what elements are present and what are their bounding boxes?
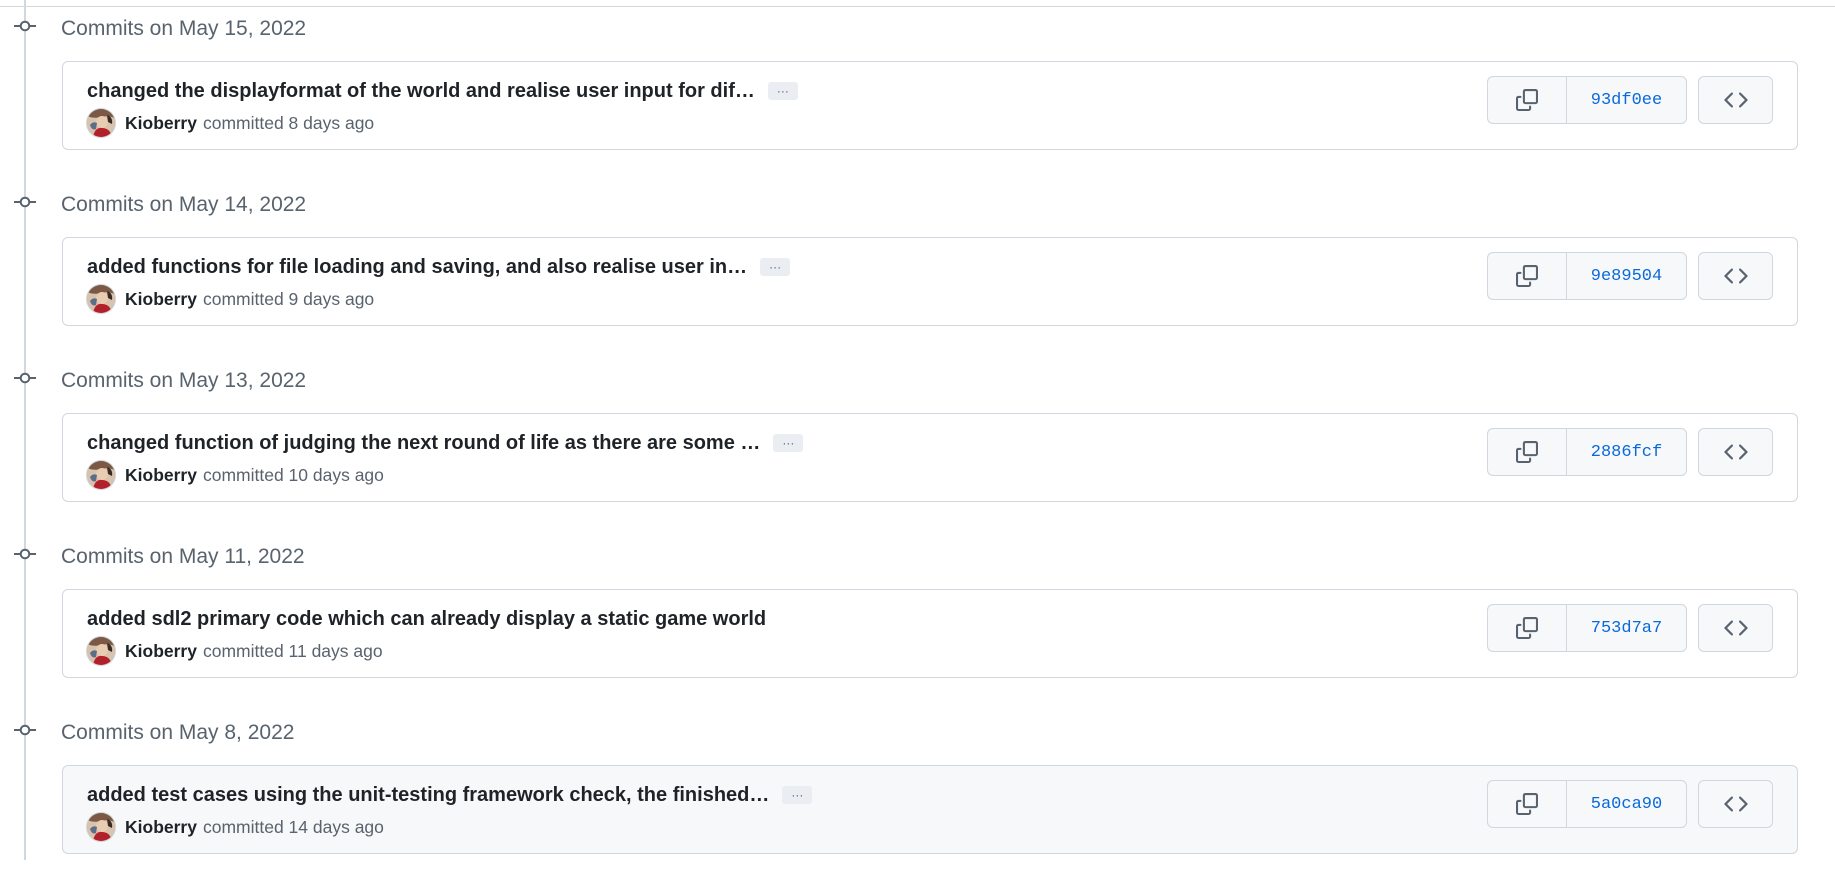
avatar-image — [87, 109, 115, 137]
git-commit-icon — [14, 20, 36, 32]
avatar[interactable] — [87, 637, 115, 665]
code-icon — [1723, 444, 1748, 460]
commit-row[interactable]: added test cases using the unit-testing … — [62, 765, 1798, 854]
expand-message-button[interactable]: ··· — [773, 434, 804, 452]
commit-author-link[interactable]: Kioberry — [125, 641, 197, 662]
commit-message-link[interactable]: added sdl2 primary code which can alread… — [87, 606, 766, 632]
commit-actions-group: 9e89504 — [1487, 252, 1687, 300]
avatar[interactable] — [87, 813, 115, 841]
page-top-border — [0, 0, 1835, 7]
copy-icon — [1516, 793, 1538, 815]
commit-group: Commits on May 15, 2022 changed the disp… — [0, 10, 1835, 186]
commit-title-row: changed the displayformat of the world a… — [87, 78, 798, 104]
commit-group: Commits on May 11, 2022 added sdl2 prima… — [0, 538, 1835, 714]
commit-group-title: Commits on May 11, 2022 — [61, 545, 305, 568]
commit-author-link[interactable]: Kioberry — [125, 113, 197, 134]
avatar-image — [87, 813, 115, 841]
commit-group-header: Commits on May 15, 2022 — [0, 10, 600, 42]
commit-row[interactable]: changed the displayformat of the world a… — [62, 61, 1798, 150]
commit-row[interactable]: added functions for file loading and sav… — [62, 237, 1798, 326]
avatar-image — [87, 637, 115, 665]
commit-relative-time: committed 9 days ago — [202, 288, 375, 309]
commit-title-row: changed function of judging the next rou… — [87, 430, 804, 456]
commit-author-link[interactable]: Kioberry — [125, 817, 197, 838]
git-commit-icon — [14, 372, 36, 384]
commit-message-link[interactable]: changed the displayformat of the world a… — [87, 78, 755, 104]
code-icon — [1723, 92, 1748, 108]
browse-repo-at-commit-button[interactable] — [1698, 252, 1773, 300]
browse-repo-at-commit-button[interactable] — [1698, 76, 1773, 124]
browse-repo-at-commit-button[interactable] — [1698, 604, 1773, 652]
commit-message-link[interactable]: added test cases using the unit-testing … — [87, 782, 769, 808]
commit-actions-group: 93df0ee — [1487, 76, 1687, 124]
commit-group: Commits on May 13, 2022 changed function… — [0, 362, 1835, 538]
commit-meta: Kioberry committed 11 days ago — [87, 637, 383, 665]
copy-icon — [1516, 441, 1538, 463]
commit-row[interactable]: changed function of judging the next rou… — [62, 413, 1798, 502]
commit-group: Commits on May 14, 2022 added functions … — [0, 186, 1835, 362]
copy-sha-button[interactable] — [1488, 781, 1567, 827]
commit-sha-link[interactable]: 2886fcf — [1567, 429, 1686, 475]
commit-relative-time: committed 10 days ago — [202, 464, 384, 485]
commit-sha-link[interactable]: 93df0ee — [1567, 77, 1686, 123]
commit-meta: Kioberry committed 9 days ago — [87, 285, 374, 313]
expand-message-button[interactable]: ··· — [767, 82, 798, 100]
commit-meta: Kioberry committed 14 days ago — [87, 813, 384, 841]
code-icon — [1723, 796, 1748, 812]
browse-repo-at-commit-button[interactable] — [1698, 428, 1773, 476]
code-icon — [1723, 620, 1748, 636]
commit-group-header: Commits on May 14, 2022 — [0, 186, 600, 218]
commit-group-title: Commits on May 13, 2022 — [61, 369, 307, 392]
copy-sha-button[interactable] — [1488, 429, 1567, 475]
commit-title-row: added functions for file loading and sav… — [87, 254, 791, 280]
commit-message-link[interactable]: changed function of judging the next rou… — [87, 430, 760, 456]
commit-author-link[interactable]: Kioberry — [125, 465, 197, 486]
copy-icon — [1516, 617, 1538, 639]
copy-sha-button[interactable] — [1488, 253, 1567, 299]
commit-group-title: Commits on May 15, 2022 — [61, 17, 307, 40]
git-commit-icon — [14, 724, 36, 736]
commit-relative-time: committed 8 days ago — [202, 112, 375, 133]
commit-relative-time: committed 11 days ago — [202, 640, 383, 661]
copy-sha-button[interactable] — [1488, 77, 1567, 123]
commit-sha-link[interactable]: 5a0ca90 — [1567, 781, 1686, 827]
commit-actions-group: 753d7a7 — [1487, 604, 1687, 652]
commit-title-row: added test cases using the unit-testing … — [87, 782, 813, 808]
commit-group-header: Commits on May 8, 2022 — [0, 714, 600, 746]
code-icon — [1723, 268, 1748, 284]
commit-group-header: Commits on May 11, 2022 — [0, 538, 600, 570]
commit-group-header: Commits on May 13, 2022 — [0, 362, 600, 394]
copy-icon — [1516, 265, 1538, 287]
commit-meta: Kioberry committed 10 days ago — [87, 461, 384, 489]
commit-row[interactable]: added sdl2 primary code which can alread… — [62, 589, 1798, 678]
commit-group-title: Commits on May 14, 2022 — [61, 193, 307, 216]
avatar-image — [87, 461, 115, 489]
commit-message-link[interactable]: added functions for file loading and sav… — [87, 254, 747, 280]
commit-sha-link[interactable]: 9e89504 — [1567, 253, 1686, 299]
expand-message-button[interactable]: ··· — [760, 258, 791, 276]
git-commit-icon — [14, 196, 36, 208]
commit-meta: Kioberry committed 8 days ago — [87, 109, 374, 137]
browse-repo-at-commit-button[interactable] — [1698, 780, 1773, 828]
avatar[interactable] — [87, 461, 115, 489]
commit-relative-time: committed 14 days ago — [202, 816, 384, 837]
commit-author-link[interactable]: Kioberry — [125, 289, 197, 310]
commit-actions-group: 2886fcf — [1487, 428, 1687, 476]
commit-title-row: added sdl2 primary code which can alread… — [87, 606, 766, 632]
commit-group: Commits on May 8, 2022 added test cases … — [0, 714, 1835, 890]
copy-icon — [1516, 89, 1538, 111]
commit-actions-group: 5a0ca90 — [1487, 780, 1687, 828]
commit-group-title: Commits on May 8, 2022 — [61, 721, 295, 744]
expand-message-button[interactable]: ··· — [782, 786, 813, 804]
git-commit-icon — [14, 548, 36, 560]
avatar[interactable] — [87, 285, 115, 313]
copy-sha-button[interactable] — [1488, 605, 1567, 651]
commit-sha-link[interactable]: 753d7a7 — [1567, 605, 1686, 651]
avatar-image — [87, 285, 115, 313]
avatar[interactable] — [87, 109, 115, 137]
